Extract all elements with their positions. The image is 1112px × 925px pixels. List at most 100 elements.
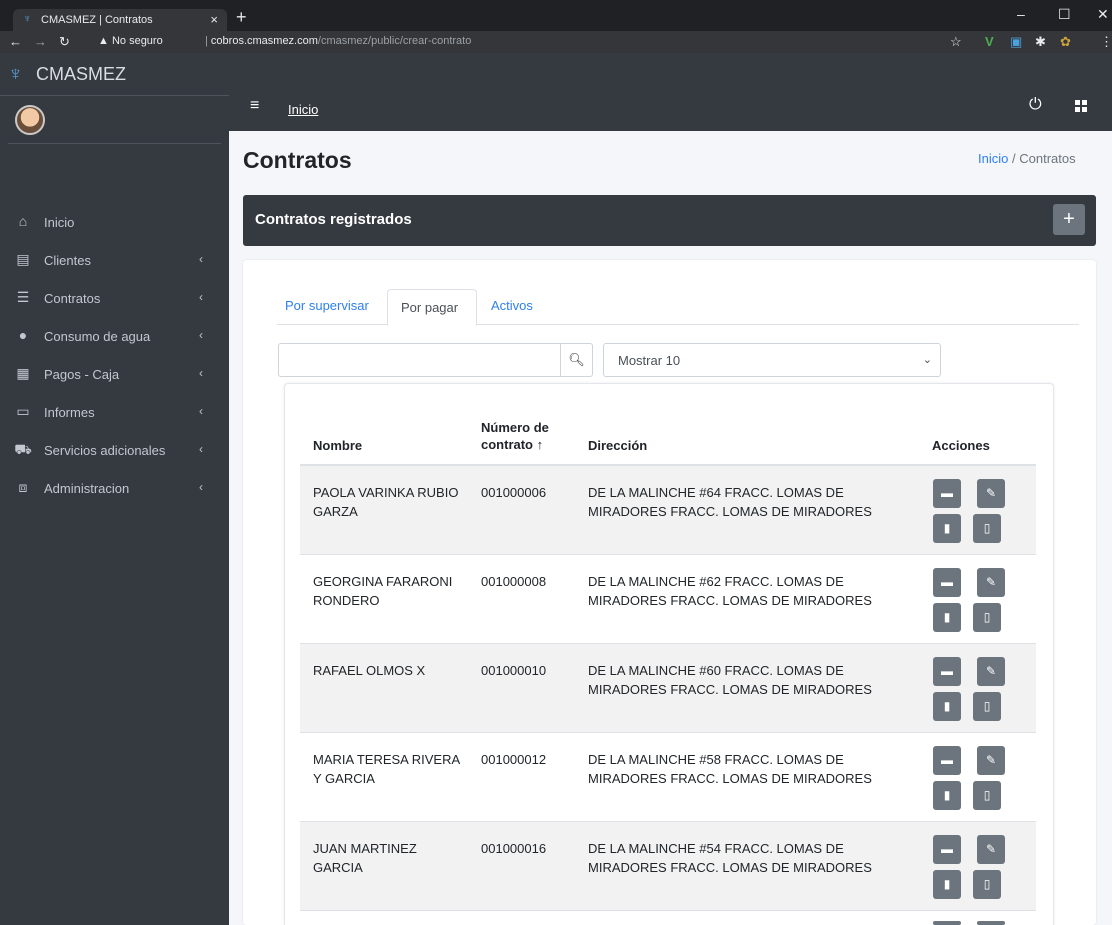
trash-icon: ▮ — [943, 699, 951, 713]
document-button[interactable]: ▯ — [973, 781, 1001, 810]
file-icon: ▯ — [983, 610, 991, 624]
cell-nombre: GEORGINA FARARONI RONDERO — [313, 574, 453, 608]
search-button[interactable]: 🔍︎ — [561, 343, 593, 377]
sidebar-item-label: Clientes — [44, 253, 91, 268]
delete-button[interactable]: ▮ — [933, 514, 961, 543]
sidebar-item-contratos[interactable]: ☰ Contratos ‹ — [0, 281, 229, 317]
document-button[interactable]: ▯ — [973, 603, 1001, 632]
money-bill-icon: ▬ — [941, 664, 953, 678]
sidebar-item-inicio[interactable]: ⌂ Inicio — [0, 205, 229, 241]
cell-numero: 001000012 — [481, 752, 547, 767]
sidebar-item-consumo-de-agua[interactable]: ● Consumo de agua ‹ — [0, 319, 229, 355]
money-bill-icon: ▬ — [941, 842, 953, 856]
trash-icon: ▮ — [943, 877, 951, 891]
column-header-nombre[interactable]: Nombre — [313, 437, 362, 454]
close-tab-icon[interactable]: × — [210, 12, 218, 27]
tab-title: CMASMEZ | Contratos — [41, 14, 153, 26]
document-button[interactable]: ▯ — [973, 870, 1001, 899]
cell-nombre: MARIA TERESA RIVERA Y GARCIA — [313, 752, 460, 786]
cell-numero: 001000006 — [481, 485, 547, 500]
reload-icon[interactable]: ↻ — [59, 34, 70, 50]
delete-button[interactable]: ▮ — [933, 870, 961, 899]
pay-button[interactable]: ▬ — [933, 657, 961, 686]
edit-button[interactable]: ✎ — [977, 835, 1005, 864]
extension-v-icon[interactable]: V — [985, 34, 994, 49]
address-bar: ← → ↻ ▲ No seguro | cobros.cmasmez.com/c… — [0, 31, 1112, 53]
sidebar-item-informes[interactable]: ▭ Informes ‹ — [0, 395, 229, 431]
page-size-select[interactable]: Mostrar 10 ⌄ — [603, 343, 941, 377]
money-bill-icon: ▬ — [941, 753, 953, 767]
tab-por-pagar[interactable]: Por pagar — [387, 289, 477, 326]
edit-icon: ✎ — [985, 753, 997, 767]
extension-mail-icon[interactable]: ▣ — [1010, 34, 1022, 50]
pay-button-partial[interactable] — [933, 921, 961, 925]
minimize-icon[interactable]: – — [1017, 6, 1025, 22]
pay-button[interactable]: ▬ — [933, 568, 961, 597]
cell-numero: 001000016 — [481, 841, 547, 856]
cell-direccion: DE LA MALINCHE #64 FRACC. LOMAS DE MIRAD… — [588, 485, 872, 519]
edit-button[interactable]: ✎ — [977, 746, 1005, 775]
pay-button[interactable]: ▬ — [933, 479, 961, 508]
toolbox-icon: ⧈ — [18, 479, 28, 495]
back-icon[interactable]: ← — [9, 34, 22, 49]
cell-nombre: RAFAEL OLMOS X — [313, 663, 426, 678]
tab-por-supervisar[interactable]: Por supervisar — [285, 298, 369, 313]
trash-icon: ▮ — [943, 788, 951, 802]
search-input[interactable] — [278, 343, 561, 377]
add-contract-button[interactable]: + — [1053, 204, 1085, 235]
extensions-puzzle-icon[interactable]: ✱ — [1035, 34, 1046, 50]
cell-numero: 001000010 — [481, 663, 547, 678]
edit-button[interactable]: ✎ — [977, 657, 1005, 686]
edit-button[interactable]: ✎ — [977, 568, 1005, 597]
document-button[interactable]: ▯ — [973, 514, 1001, 543]
pay-button[interactable]: ▬ — [933, 746, 961, 775]
chevron-left-icon: ‹ — [199, 366, 203, 380]
chevron-down-icon: ⌄ — [922, 354, 932, 366]
pay-button[interactable]: ▬ — [933, 835, 961, 864]
sidebar-item-pagos-caja[interactable]: ▦ Pagos - Caja ‹ — [0, 357, 229, 393]
column-header-direccion[interactable]: Dirección — [588, 437, 647, 454]
topnav-inicio-link[interactable]: Inicio — [288, 102, 318, 117]
maximize-icon[interactable]: ☐ — [1058, 6, 1071, 23]
browser-menu-icon[interactable]: ⋮ — [1100, 34, 1112, 50]
edit-button[interactable]: ✎ — [977, 479, 1005, 508]
sidebar-item-clientes[interactable]: ▤ Clientes ‹ — [0, 243, 229, 279]
document-button[interactable]: ▯ — [973, 692, 1001, 721]
cell-direccion: DE LA MALINCHE #54 FRACC. LOMAS DE MIRAD… — [588, 841, 872, 875]
url-field[interactable]: | cobros.cmasmez.com/cmasmez/public/crea… — [205, 35, 471, 47]
delete-button[interactable]: ▮ — [933, 603, 961, 632]
column-header-numero-line2: contrato ↑ — [481, 437, 544, 452]
sidebar-item-servicios-adicionales[interactable]: ⛟ Servicios adicionales ‹ — [0, 433, 229, 469]
edit-icon: ✎ — [985, 486, 997, 500]
trash-icon: ▮ — [943, 610, 951, 624]
delete-button[interactable]: ▮ — [933, 781, 961, 810]
bookmark-star-icon[interactable]: ☆ — [950, 34, 962, 50]
table-row: JUAN MARTINEZ GARCIA 001000016 DE LA MAL… — [300, 822, 1036, 911]
profile-avatar-icon[interactable]: ✿ — [1060, 34, 1071, 50]
security-indicator[interactable]: ▲ No seguro — [98, 35, 163, 47]
user-panel — [8, 96, 221, 144]
column-header-numero-line1: Número de — [481, 420, 549, 435]
top-navbar: ≡ Inicio ⏻ — [229, 53, 1112, 131]
sidebar-item-administracion[interactable]: ⧈ Administracion ‹ — [0, 471, 229, 507]
grid-apps-icon[interactable] — [1075, 100, 1087, 112]
window-close-icon[interactable]: ✕ — [1097, 6, 1109, 23]
brand-name: CMASMEZ — [36, 64, 126, 84]
power-icon[interactable]: ⏻ — [1029, 96, 1042, 114]
column-header-numero[interactable]: Número de contrato ↑ — [481, 419, 549, 453]
edit-icon: ✎ — [985, 842, 997, 856]
file-icon: ▯ — [983, 521, 991, 535]
edit-button-partial[interactable] — [977, 921, 1005, 925]
tab-activos[interactable]: Activos — [491, 298, 533, 313]
delete-button[interactable]: ▮ — [933, 692, 961, 721]
new-tab-button[interactable]: + — [236, 7, 247, 28]
sidebar-item-label: Contratos — [44, 291, 101, 306]
avatar[interactable] — [15, 105, 45, 135]
sidebar-item-label: Administracion — [44, 481, 130, 496]
cell-nombre: JUAN MARTINEZ GARCIA — [313, 841, 417, 875]
forward-icon[interactable]: → — [34, 34, 47, 49]
browser-tab[interactable]: ♆ CMASMEZ | Contratos × — [13, 9, 227, 31]
breadcrumb-home-link[interactable]: Inicio — [978, 151, 1008, 166]
brand-link[interactable]: ♆ CMASMEZ — [0, 53, 229, 96]
hamburger-menu-icon[interactable]: ≡ — [250, 97, 259, 115]
